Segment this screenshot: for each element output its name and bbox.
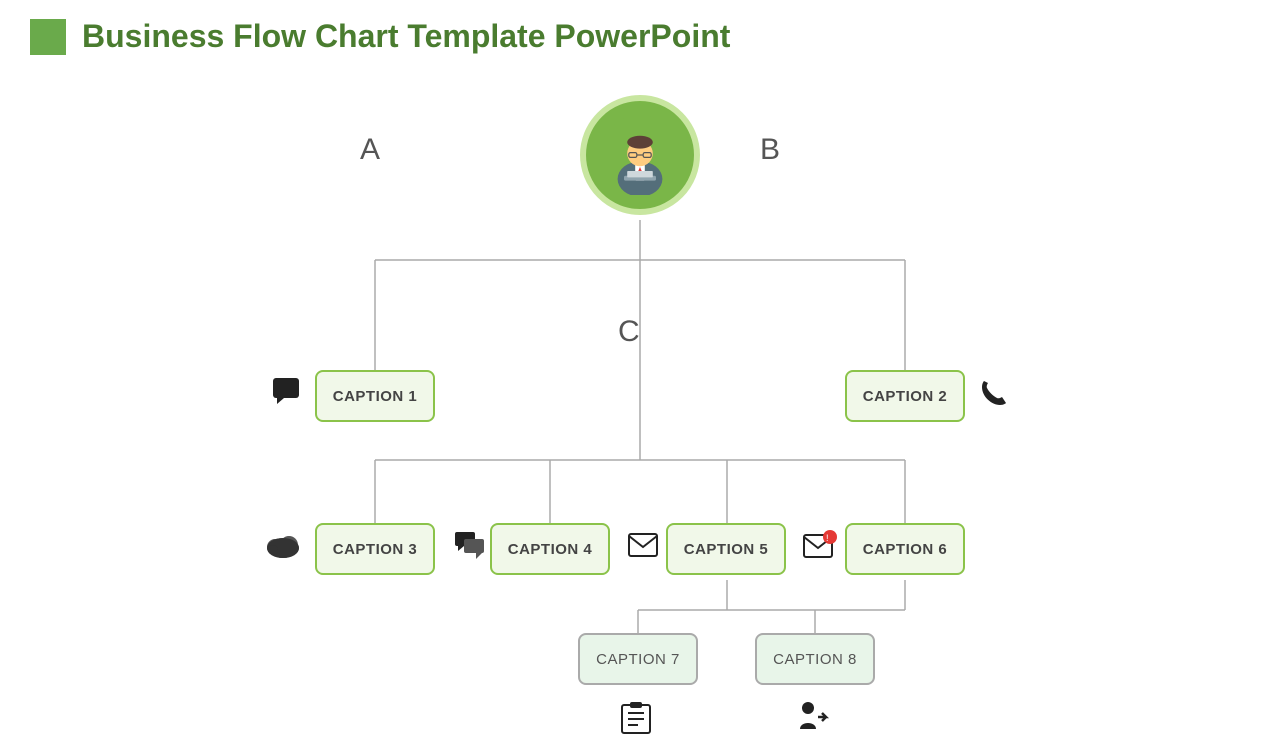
caption-8-box: CAPTION 8 xyxy=(755,633,875,685)
page-title: Business Flow Chart Template PowerPoint xyxy=(82,18,730,55)
label-c: C xyxy=(618,315,640,349)
header: Business Flow Chart Template PowerPoint xyxy=(0,0,1280,65)
person-arrow-icon xyxy=(798,701,832,741)
svg-text:!: ! xyxy=(826,533,829,543)
accent-square xyxy=(30,19,66,55)
caption-3-box: CAPTION 3 xyxy=(315,523,435,575)
caption-4-box: CAPTION 4 xyxy=(490,523,610,575)
caption-2-box: CAPTION 2 xyxy=(845,370,965,422)
chart-area: A B C CAPTION 1 CAPTION 2 CAPTION 3 CAPT… xyxy=(0,65,1280,705)
caption-7-box: CAPTION 7 xyxy=(578,633,698,685)
caption-6-box: CAPTION 6 xyxy=(845,523,965,575)
email-badge-icon: ! xyxy=(803,530,837,566)
cloud-icon xyxy=(265,530,301,565)
speech-bubbles-icon xyxy=(454,531,486,565)
person-icon xyxy=(600,115,680,195)
label-b: B xyxy=(760,133,780,167)
phone-icon xyxy=(978,379,1006,416)
chat-bubble-icon xyxy=(272,377,302,412)
caption-5-box: CAPTION 5 xyxy=(666,523,786,575)
avatar xyxy=(580,95,700,215)
caption-1-box: CAPTION 1 xyxy=(315,370,435,422)
envelope-icon xyxy=(628,533,658,563)
letter-icon xyxy=(620,701,652,741)
label-a: A xyxy=(360,133,380,167)
